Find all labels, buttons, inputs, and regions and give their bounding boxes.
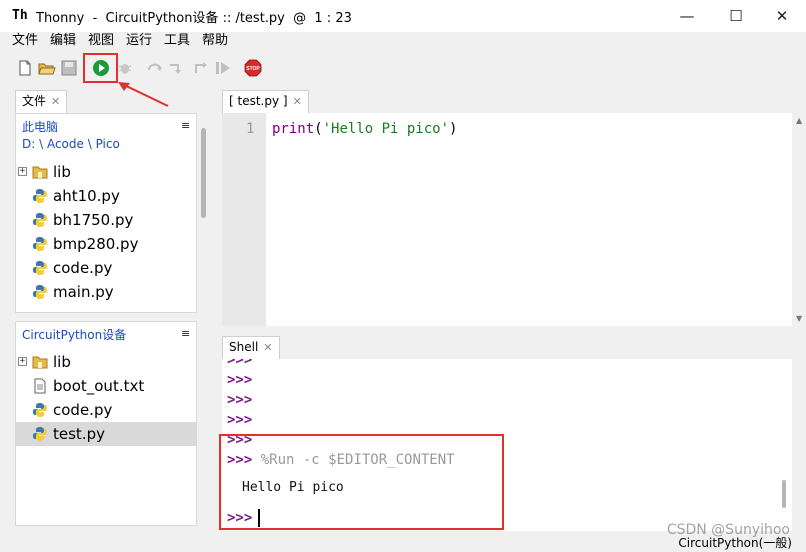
tab-editor-label: [ test.py ]	[229, 94, 288, 108]
list-item[interactable]: bh1750.py	[16, 208, 196, 232]
file-name: bh1750.py	[53, 211, 134, 229]
code-editor[interactable]: 1 print('Hello Pi pico')	[222, 113, 792, 326]
menu-run[interactable]: 运行	[126, 33, 152, 49]
svg-text:STOP: STOP	[246, 66, 260, 72]
list-item[interactable]: code.py	[16, 398, 196, 422]
this-pc-pane: 此电脑 D: \ Acode \ Pico ≡ + lib aht10.py b…	[15, 113, 197, 313]
pane-menu-icon[interactable]: ≡	[181, 119, 190, 132]
python-file-icon	[33, 261, 47, 275]
file-name: main.py	[53, 283, 114, 301]
code-paren-close: )	[449, 121, 458, 137]
file-name: lib	[53, 353, 71, 371]
watermark: CSDN @Sunyihoo	[666, 522, 790, 538]
this-pc-path[interactable]: D: \ Acode \ Pico	[22, 136, 120, 153]
maximize-button[interactable]: ☐	[721, 4, 751, 28]
python-file-icon	[33, 213, 47, 227]
annotation-arrow	[118, 82, 169, 107]
folder-icon	[32, 356, 48, 369]
menu-tools[interactable]: 工具	[164, 33, 190, 49]
tab-files-label: 文件	[22, 94, 47, 108]
close-icon[interactable]: ✕	[51, 95, 60, 108]
list-item[interactable]: main.py	[16, 280, 196, 304]
list-item[interactable]: + lib	[16, 160, 196, 184]
file-name: boot_out.txt	[53, 377, 145, 395]
files-scrollbar[interactable]	[201, 128, 206, 218]
code-function: print	[272, 121, 315, 137]
step-into-icon[interactable]	[168, 59, 186, 77]
pane-menu-icon[interactable]: ≡	[181, 327, 190, 340]
code-string: 'Hello Pi pico'	[322, 121, 450, 137]
shell-prompt: >>>	[227, 392, 253, 408]
line-number-gutter: 1	[222, 113, 266, 326]
stop-icon[interactable]: STOP	[244, 59, 262, 77]
tab-editor-test-py[interactable]: [ test.py ] ✕	[222, 90, 309, 113]
python-file-icon	[33, 189, 47, 203]
python-file-icon	[33, 285, 47, 299]
tab-shell-label: Shell	[229, 340, 259, 354]
list-item[interactable]: aht10.py	[16, 184, 196, 208]
new-file-icon[interactable]	[16, 59, 34, 77]
close-icon[interactable]: ✕	[293, 95, 302, 108]
list-item-selected[interactable]: test.py	[16, 422, 196, 446]
open-file-icon[interactable]	[38, 59, 56, 77]
resume-icon[interactable]	[214, 59, 232, 77]
this-pc-title[interactable]: 此电脑	[22, 119, 58, 136]
window-title: Thonny - CircuitPython设备 :: /test.py @ 1…	[36, 11, 352, 26]
editor-scrollbar[interactable]: ▲ ▼	[792, 113, 806, 326]
step-over-icon[interactable]	[146, 59, 164, 77]
close-icon[interactable]: ✕	[263, 341, 272, 354]
shell-prompt: >>>	[227, 359, 253, 368]
file-name: test.py	[53, 425, 105, 443]
menu-view[interactable]: 视图	[88, 33, 114, 49]
device-pane: CircuitPython设备 ≡ + lib boot_out.txt cod…	[15, 321, 197, 526]
list-item[interactable]: code.py	[16, 256, 196, 280]
device-title[interactable]: CircuitPython设备	[22, 327, 126, 344]
menu-file[interactable]: 文件	[12, 33, 38, 49]
menu-edit[interactable]: 编辑	[50, 33, 76, 49]
code-paren-open: (	[314, 121, 323, 137]
close-button[interactable]: ✕	[767, 4, 797, 28]
list-item[interactable]: bmp280.py	[16, 232, 196, 256]
expand-icon[interactable]: +	[18, 357, 27, 366]
python-file-icon	[33, 237, 47, 251]
step-out-icon[interactable]	[192, 59, 210, 77]
shell-prompt: >>>	[227, 372, 253, 388]
line-number: 1	[246, 121, 255, 137]
code-line[interactable]: print('Hello Pi pico')	[272, 121, 457, 137]
tab-files[interactable]: 文件 ✕	[15, 90, 68, 113]
save-icon[interactable]	[60, 59, 78, 77]
thonny-app-icon: Th	[12, 8, 28, 23]
tab-shell[interactable]: Shell ✕	[222, 336, 280, 359]
python-file-icon	[33, 403, 47, 417]
expand-icon[interactable]: +	[18, 167, 27, 176]
shell-scrollbar[interactable]	[782, 480, 786, 508]
list-item[interactable]: + lib	[16, 350, 196, 374]
file-name: code.py	[53, 259, 113, 277]
folder-icon	[32, 166, 48, 179]
shell-prompt: >>>	[227, 412, 253, 428]
title-bar: Th Thonny - CircuitPython设备 :: /test.py …	[0, 0, 806, 32]
python-file-icon	[33, 427, 47, 441]
menu-bar: 文件 编辑 视图 运行 工具 帮助	[0, 32, 806, 50]
list-item[interactable]: boot_out.txt	[16, 374, 196, 398]
menu-help[interactable]: 帮助	[202, 33, 228, 49]
minimize-button[interactable]: —	[672, 4, 702, 28]
shell-output-highlight	[219, 434, 504, 530]
file-name: aht10.py	[53, 187, 120, 205]
debug-icon[interactable]	[116, 59, 134, 77]
text-file-icon	[34, 378, 46, 394]
file-name: lib	[53, 163, 71, 181]
file-name: bmp280.py	[53, 235, 139, 253]
file-name: code.py	[53, 401, 113, 419]
